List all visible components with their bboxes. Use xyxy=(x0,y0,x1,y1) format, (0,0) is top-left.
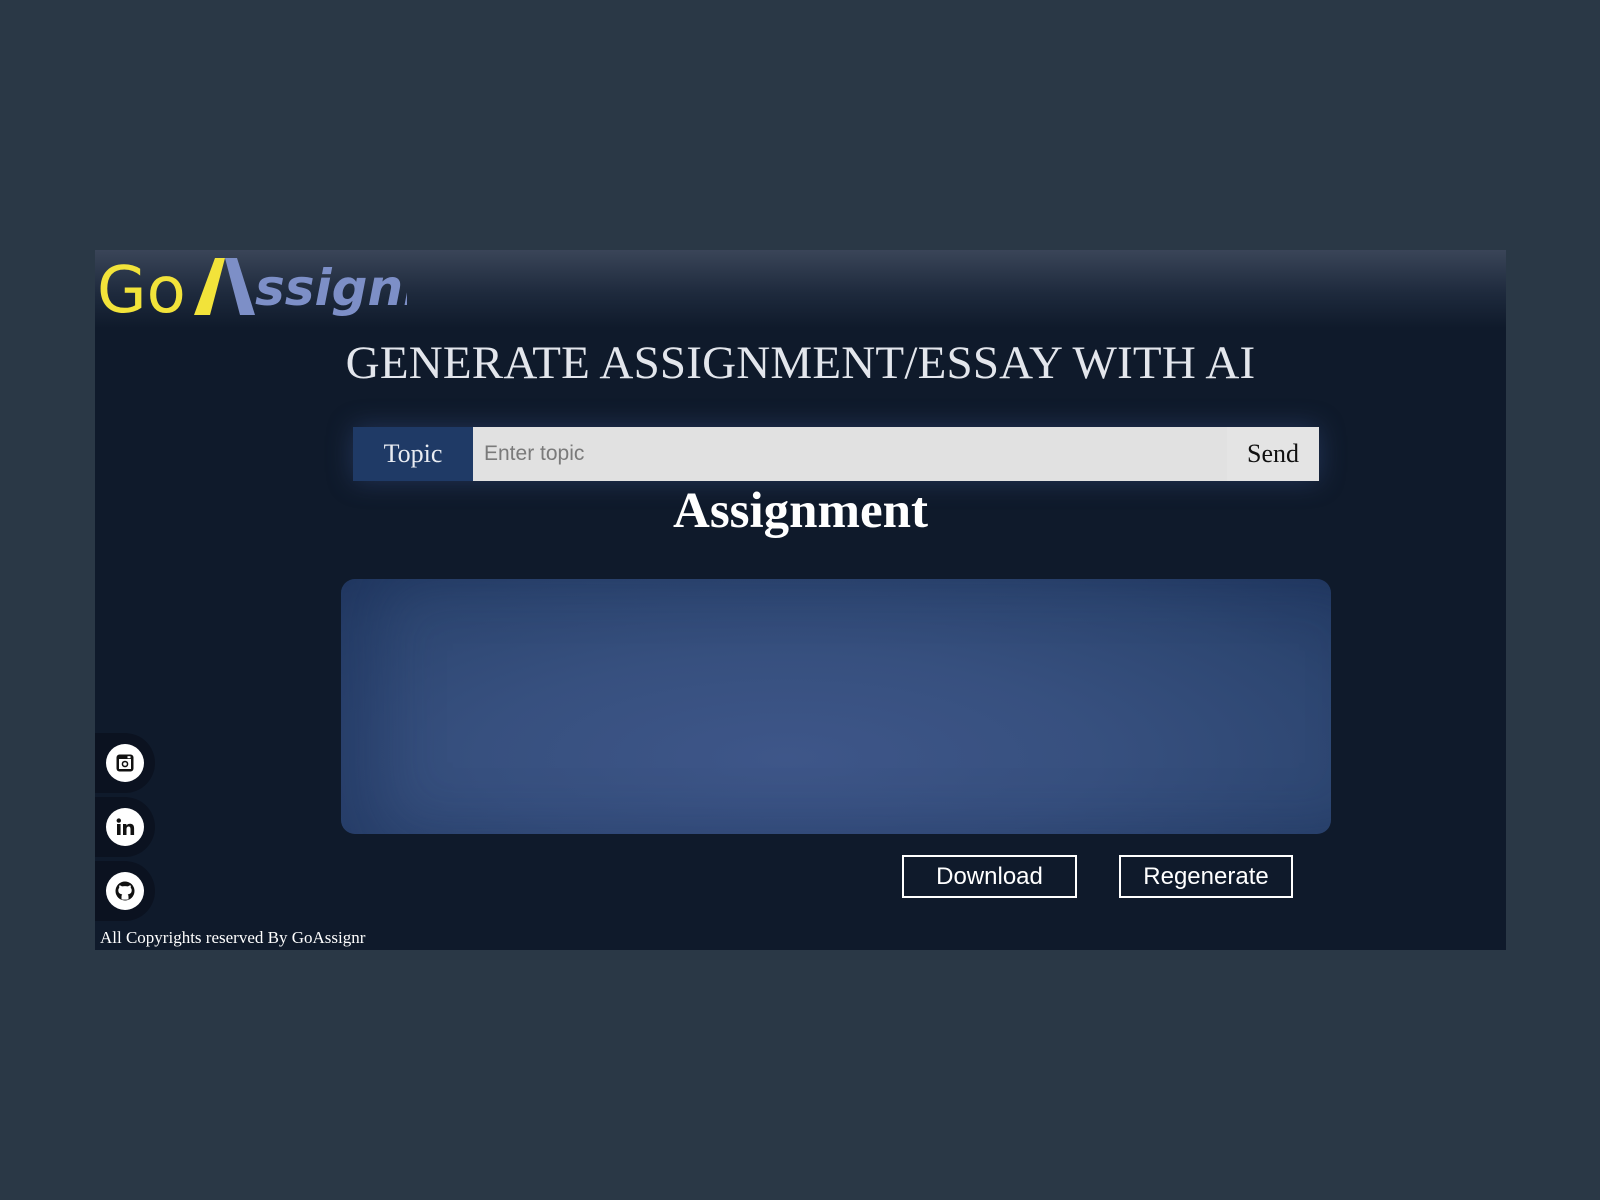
logo-text-go: Go xyxy=(97,254,186,322)
github-icon-circle xyxy=(106,872,144,910)
footer-copyright: All Copyrights reserved By GoAssignr xyxy=(100,928,366,947)
send-button[interactable]: Send xyxy=(1227,427,1319,481)
linkedin-icon-circle xyxy=(106,808,144,846)
page-title: GENERATE ASSIGNMENT/ESSAY WITH AI xyxy=(345,337,1256,389)
regenerate-button[interactable]: Regenerate xyxy=(1119,855,1293,898)
topic-form: Topic Send xyxy=(353,427,1319,481)
social-link-instagram[interactable] xyxy=(95,733,155,793)
download-button[interactable]: Download xyxy=(902,855,1077,898)
instagram-icon-circle xyxy=(106,744,144,782)
topic-input[interactable] xyxy=(473,427,1227,481)
instagram-icon xyxy=(116,754,134,772)
header: Go ssignr xyxy=(95,250,1506,328)
logo-a-left-stroke xyxy=(194,258,225,315)
github-icon xyxy=(115,881,135,901)
topic-label: Topic xyxy=(353,427,473,481)
logo-a-right-stroke xyxy=(225,258,255,315)
assignment-heading: Assignment xyxy=(672,483,929,539)
social-link-github[interactable] xyxy=(95,861,155,921)
goassignr-logo[interactable]: Go ssignr xyxy=(97,252,407,322)
social-link-linkedin[interactable] xyxy=(95,797,155,857)
assignment-output-box[interactable] xyxy=(341,579,1331,834)
app-window: Go ssignr GENERATE ASSIGNMENT/ESSAY WITH… xyxy=(95,250,1506,950)
logo-text-ssignr: ssignr xyxy=(255,259,407,317)
linkedin-icon xyxy=(116,818,135,835)
